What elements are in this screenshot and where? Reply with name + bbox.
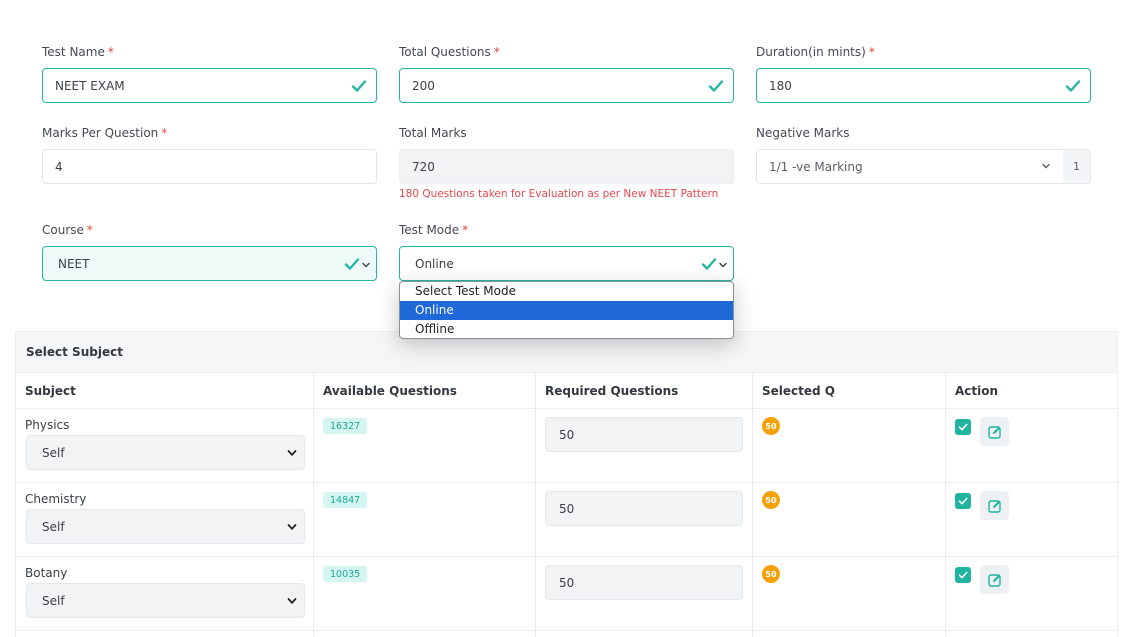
marks-per-question-input[interactable]: 4	[42, 149, 377, 184]
duration-label: Duration(in mints) *	[756, 45, 875, 59]
header-selected-q: Selected Q	[753, 373, 946, 408]
selected-count-badge: 50	[762, 417, 780, 435]
header-required-questions: Required Questions	[536, 373, 753, 408]
valid-check-icon	[351, 80, 367, 92]
course-select[interactable]: NEET	[42, 246, 377, 281]
valid-check-icon	[344, 258, 360, 270]
chevron-down-icon	[1042, 163, 1050, 169]
checkmark-icon	[958, 571, 968, 579]
available-questions-badge: 16327	[323, 418, 368, 434]
table-row	[16, 631, 1117, 637]
selected-count-badge: 50	[762, 491, 780, 509]
available-questions-badge: 10035	[323, 566, 368, 582]
edit-button[interactable]	[980, 417, 1009, 446]
negative-marks-value: 1	[1063, 149, 1091, 184]
duration-input[interactable]: 180	[756, 68, 1091, 103]
table-row: Physics Self 16327 50 50	[16, 409, 1117, 483]
selected-count-badge: 50	[762, 565, 780, 583]
edit-icon	[987, 499, 1001, 513]
total-questions-input[interactable]: 200	[399, 68, 734, 103]
required-questions-input[interactable]: 50	[545, 491, 743, 526]
edit-button[interactable]	[980, 491, 1009, 520]
table-row: Chemistry Self 14847 50 50	[16, 483, 1117, 557]
chevron-down-icon	[287, 524, 297, 531]
valid-check-icon	[1065, 80, 1081, 92]
subject-checkbox[interactable]	[955, 567, 971, 583]
header-subject: Subject	[16, 373, 314, 408]
subject-source-select[interactable]: Self	[26, 435, 305, 470]
chevron-down-icon	[362, 262, 370, 268]
subject-name: Botany	[25, 566, 68, 580]
total-questions-label: Total Questions *	[399, 45, 500, 59]
subject-checkbox[interactable]	[955, 493, 971, 509]
marks-per-question-label: Marks Per Question *	[42, 126, 168, 140]
required-questions-input[interactable]: 50	[545, 565, 743, 600]
subject-source-select[interactable]: Self	[26, 583, 305, 618]
edit-icon	[987, 573, 1001, 587]
checkmark-icon	[958, 423, 968, 431]
test-mode-label: Test Mode *	[399, 223, 469, 237]
chevron-down-icon	[287, 450, 297, 457]
valid-check-icon	[701, 258, 717, 270]
total-marks-label: Total Marks	[399, 126, 467, 140]
negative-marks-label: Negative Marks	[756, 126, 850, 140]
subject-name: Physics	[25, 418, 70, 432]
edit-button[interactable]	[980, 565, 1009, 594]
required-questions-input[interactable]: 50	[545, 417, 743, 452]
test-mode-dropdown: Select Test Mode Online Offline	[399, 281, 734, 339]
subject-checkbox[interactable]	[955, 419, 971, 435]
test-mode-option-offline[interactable]: Offline	[400, 320, 733, 338]
edit-icon	[987, 425, 1001, 439]
subject-source-select[interactable]: Self	[26, 509, 305, 544]
chevron-down-icon	[719, 262, 727, 268]
table-header-row: Subject Available Questions Required Que…	[16, 373, 1117, 409]
test-mode-option-placeholder[interactable]: Select Test Mode	[400, 282, 733, 301]
test-mode-option-online[interactable]: Online	[400, 301, 733, 320]
chevron-down-icon	[287, 598, 297, 605]
total-marks-input: 720	[399, 149, 734, 184]
test-mode-select[interactable]: Online	[399, 246, 734, 281]
available-questions-badge: 14847	[323, 492, 368, 508]
valid-check-icon	[708, 80, 724, 92]
negative-marks-select[interactable]: 1/1 -ve Marking	[756, 149, 1064, 184]
subject-table: Select Subject Subject Available Questio…	[15, 331, 1118, 637]
checkmark-icon	[958, 497, 968, 505]
subject-name: Chemistry	[25, 492, 87, 506]
header-action: Action	[955, 383, 999, 398]
table-row: Botany Self 10035 50 50	[16, 557, 1117, 631]
course-label: Course *	[42, 223, 93, 237]
header-available-questions: Available Questions	[314, 373, 536, 408]
test-name-label: Test Name *	[42, 45, 114, 59]
test-name-input[interactable]: NEET EXAM	[42, 68, 377, 103]
total-marks-hint: 180 Questions taken for Evaluation as pe…	[399, 188, 719, 200]
